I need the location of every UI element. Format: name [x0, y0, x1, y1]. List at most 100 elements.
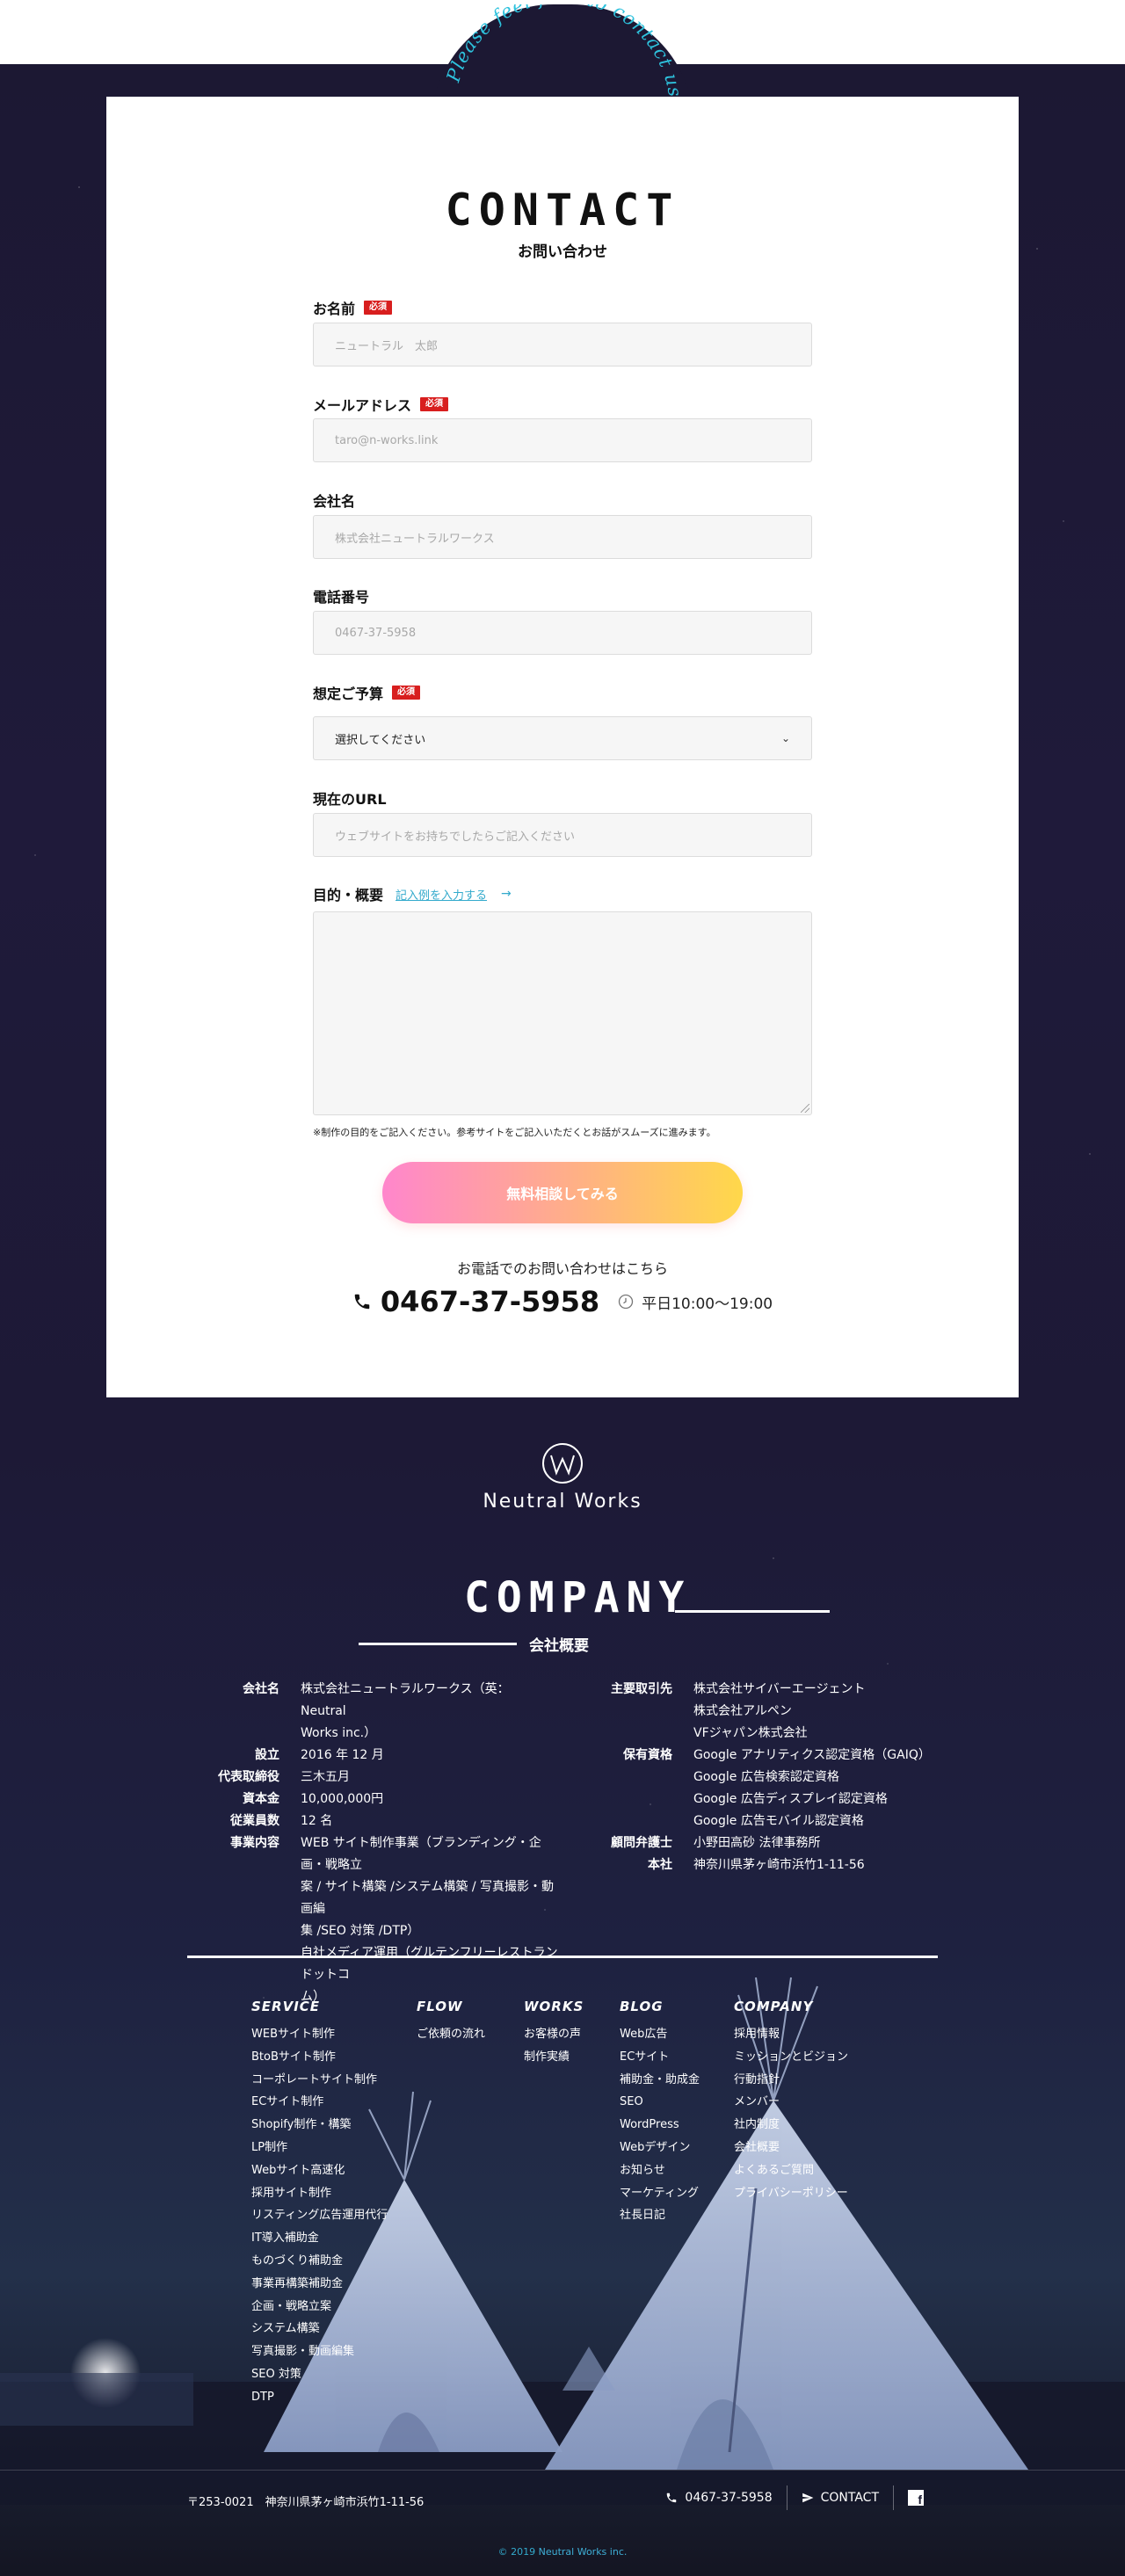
nav-link[interactable]: システム構築 [251, 2318, 388, 2340]
nav-heading[interactable]: SERVICE [251, 1999, 388, 2014]
nav-link[interactable]: 会社概要 [734, 2137, 848, 2159]
nav-heading[interactable]: BLOG [620, 1999, 700, 2014]
phone-number-link[interactable]: 0467-37-5958 [352, 1285, 599, 1318]
nav-link[interactable]: 採用情報 [734, 2023, 848, 2046]
nav-link[interactable]: Shopify制作・構築 [251, 2114, 388, 2137]
footer-address: 〒253-0021 神奈川県茅ヶ崎市浜竹1-11-56 [187, 2496, 425, 2509]
nav-link[interactable]: 補助金・助成金 [620, 2069, 700, 2092]
budget-select[interactable]: 選択してください ⌄ [313, 716, 812, 760]
nav-link[interactable]: リスティング広告運用代行 [251, 2204, 388, 2227]
nav-link[interactable]: BtoBサイト制作 [251, 2046, 388, 2069]
footer-contact-link[interactable]: CONTACT [788, 2485, 893, 2510]
nav-link[interactable]: SEO 対策 [251, 2363, 388, 2386]
company-subtitle: 会社概要 [529, 1637, 589, 1655]
budget-label: 想定ご予算 必須 [313, 682, 421, 703]
nav-link[interactable]: Webサイト高速化 [251, 2159, 388, 2182]
clock-icon [618, 1294, 634, 1310]
url-field[interactable]: ウェブサイトをお持ちでしたらご記入ください [313, 813, 812, 857]
footer-phone-link[interactable]: 0467-37-5958 [651, 2485, 786, 2510]
info-row: 設立 2016 年 12 月 [255, 1748, 384, 1762]
info-row: 従業員数 12 名 [230, 1814, 333, 1828]
nav-link[interactable]: 採用サイト制作 [251, 2182, 388, 2205]
nav-link[interactable]: ご依頼の流れ [417, 2023, 485, 2046]
neutral-works-logo[interactable]: Neutral Works [475, 1441, 650, 1520]
email-field[interactable]: taro@n-works.link [313, 418, 812, 462]
nav-link[interactable]: WEBサイト制作 [251, 2023, 388, 2046]
info-row: 資本金 10,000,000円 [243, 1792, 384, 1806]
nav-link[interactable]: 写真撮影・動画編集 [251, 2340, 388, 2363]
email-label: メールアドレス 必須 [313, 394, 449, 415]
nav-link[interactable]: 事業再構築補助金 [251, 2273, 388, 2296]
required-badge: 必須 [392, 686, 421, 700]
nav-column-service: SERVICE WEBサイト制作 BtoBサイト制作 コーポレートサイト制作 E… [251, 1999, 388, 2409]
nav-link[interactable]: Webデザイン [620, 2137, 700, 2159]
nav-link[interactable]: DTP [251, 2386, 388, 2409]
nav-link[interactable]: プライバシーポリシー [734, 2182, 848, 2205]
heading-rule-right [675, 1610, 830, 1613]
name-placeholder: ニュートラル 太郎 [335, 339, 439, 353]
submit-button[interactable]: 無料相談してみる [382, 1162, 743, 1223]
nav-link[interactable]: LP制作 [251, 2137, 388, 2159]
nav-link[interactable]: マーケティング [620, 2182, 700, 2205]
nav-link[interactable]: よくあるご質問 [734, 2159, 848, 2182]
nav-link[interactable]: 行動指針 [734, 2069, 848, 2092]
url-label: 現在のURL [313, 791, 387, 808]
arrow-right-icon: → [501, 887, 512, 901]
svg-text:Please feel free to contact us: Please feel free to contact us! [442, 4, 686, 106]
logo-name: Neutral Works [483, 1491, 642, 1513]
facebook-link[interactable]: f [894, 2485, 938, 2510]
nav-link[interactable]: お客様の声 [524, 2023, 584, 2046]
required-badge: 必須 [364, 301, 393, 315]
nav-link[interactable]: メンバー [734, 2091, 848, 2114]
nav-link[interactable]: IT導入補助金 [251, 2227, 388, 2250]
resize-handle[interactable] [801, 1104, 809, 1113]
contact-title: CONTACT [445, 185, 680, 236]
nav-heading[interactable]: WORKS [524, 1999, 584, 2014]
nav-link[interactable]: ものづくり補助金 [251, 2250, 388, 2273]
purpose-label: 目的・概要 記入例を入力する → [313, 886, 512, 903]
info-row: 顧問弁護士 小野田高砂 法律事務所 [611, 1836, 821, 1850]
nav-link[interactable]: 社長日記 [620, 2204, 700, 2227]
nav-heading[interactable]: FLOW [417, 1999, 485, 2014]
info-row: 保有資格 Google アナリティクス認定資格（GAIQ） Google 広告検索… [623, 1748, 931, 1828]
phone-label: 電話番号 [313, 589, 370, 606]
bottom-bar-line [0, 2470, 1125, 2471]
nav-link[interactable]: 制作実績 [524, 2046, 584, 2069]
info-row: 本社 神奈川県茅ヶ崎市浜竹1-11-56 [648, 1858, 865, 1872]
info-row: 主要取引先 株式会社サイバーエージェント 株式会社アルペン VFジャパン株式会社 [611, 1682, 866, 1740]
nav-link[interactable]: ECサイト制作 [251, 2091, 388, 2114]
phone-number-text: 0467-37-5958 [380, 1285, 600, 1318]
phone-placeholder: 0467-37-5958 [335, 626, 417, 640]
nav-link[interactable]: 社内制度 [734, 2114, 848, 2137]
nav-link[interactable]: WordPress [620, 2114, 700, 2137]
nav-heading[interactable]: COMPANY [734, 1999, 848, 2014]
purpose-textarea[interactable] [313, 911, 812, 1115]
footer-actions: 0467-37-5958 CONTACT f [651, 2485, 938, 2510]
info-row: 会社名 株式会社ニュートラルワークス（英：Neutral Works inc.） [243, 1682, 510, 1740]
nav-link[interactable]: ECサイト [620, 2046, 700, 2069]
phone-row: 0467-37-5958 平日10:00〜19:00 [106, 1285, 1019, 1318]
nav-link[interactable]: 企画・戦略立案 [251, 2296, 388, 2318]
nav-link[interactable]: ミッションとビジョン [734, 2046, 848, 2069]
nav-column-company: COMPANY 採用情報 ミッションとビジョン 行動指針 メンバー 社内制度 会… [734, 1999, 848, 2204]
name-label: お名前 必須 [313, 297, 393, 318]
company-label: 会社名 [313, 493, 356, 510]
nav-link[interactable]: SEO [620, 2091, 700, 2114]
company-info-right: 主要取引先 株式会社サイバーエージェント 株式会社アルペン VFジャパン株式会社 保… [584, 1679, 931, 1876]
budget-selected-value: 選択してください [335, 733, 426, 747]
fill-example-link[interactable]: 記入例を入力する [396, 886, 487, 903]
nav-link[interactable]: Web広告 [620, 2023, 700, 2046]
phone-icon [354, 1294, 370, 1310]
company-title: COMPANY [464, 1573, 692, 1622]
phone-field[interactable]: 0467-37-5958 [313, 611, 812, 655]
name-field[interactable]: ニュートラル 太郎 [313, 323, 812, 366]
nav-link[interactable]: お知らせ [620, 2159, 700, 2182]
email-placeholder: taro@n-works.link [335, 433, 439, 447]
footer-divider [187, 1956, 938, 1958]
nav-link[interactable]: コーポレートサイト制作 [251, 2069, 388, 2092]
nav-column-flow: FLOW ご依頼の流れ [417, 1999, 485, 2046]
company-placeholder: 株式会社ニュートラルワークス [335, 532, 495, 546]
contact-subtitle: お問い合わせ [518, 243, 607, 261]
phone-icon [667, 2493, 677, 2503]
company-field[interactable]: 株式会社ニュートラルワークス [313, 515, 812, 559]
